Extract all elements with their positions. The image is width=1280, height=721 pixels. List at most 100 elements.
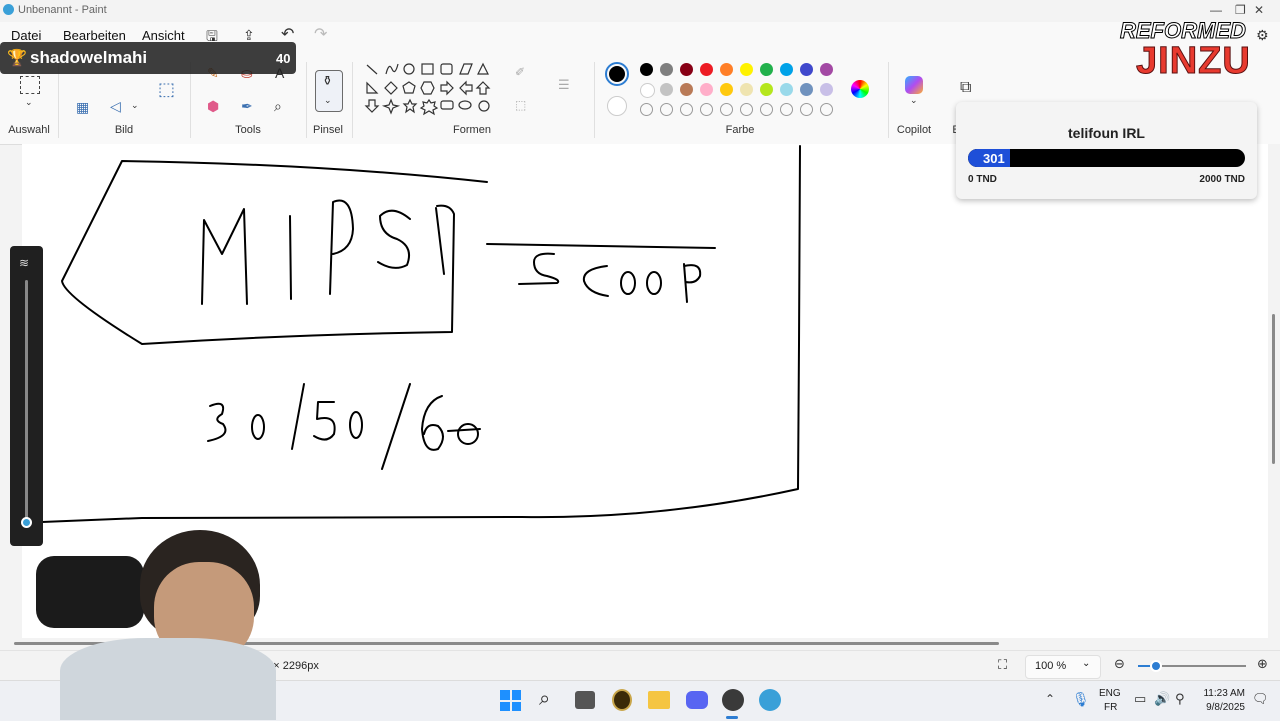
microphone-icon[interactable]: 🎙 bbox=[1072, 692, 1090, 706]
chevron-down-icon[interactable]: ⌄ bbox=[25, 98, 33, 107]
file-explorer-icon[interactable] bbox=[648, 691, 670, 709]
line-size-icon[interactable]: ☰ bbox=[558, 78, 570, 91]
color-picker-icon[interactable]: ✒ bbox=[241, 99, 253, 113]
menu-edit[interactable]: Bearbeiten bbox=[63, 28, 126, 43]
color-swatch[interactable] bbox=[820, 83, 833, 96]
clock-time[interactable]: 11:23 AM bbox=[1201, 688, 1245, 699]
custom-color-slot[interactable] bbox=[800, 103, 813, 116]
size-icon: ≋ bbox=[19, 256, 30, 270]
network-icon[interactable]: ⚲ bbox=[1175, 692, 1185, 705]
obs-icon[interactable] bbox=[722, 689, 744, 711]
rotate-icon[interactable]: ◁ bbox=[110, 99, 121, 113]
chevron-down-icon[interactable]: ⌄ bbox=[324, 96, 332, 105]
goal-current: 301 bbox=[983, 151, 1005, 166]
color-swatch[interactable] bbox=[740, 83, 753, 96]
zoom-slider[interactable] bbox=[1138, 660, 1246, 672]
color-swatch[interactable] bbox=[800, 83, 813, 96]
volume-icon[interactable]: 🔊 bbox=[1154, 692, 1170, 705]
channel-logo: REFORMED JINZU bbox=[1120, 18, 1260, 88]
color-swatch[interactable] bbox=[720, 63, 733, 76]
clock-date[interactable]: 9/8/2025 bbox=[1201, 702, 1245, 713]
custom-color-slot[interactable] bbox=[740, 103, 753, 116]
custom-color-slot[interactable] bbox=[720, 103, 733, 116]
layers-icon[interactable]: ⧉ bbox=[960, 80, 971, 96]
windows-start-icon[interactable] bbox=[500, 690, 521, 711]
close-icon[interactable]: ✕ bbox=[1254, 3, 1264, 17]
redo-icon[interactable]: ↷ bbox=[314, 27, 327, 43]
zoom-in-icon[interactable]: ⊕ bbox=[1257, 657, 1268, 670]
color-swatch[interactable] bbox=[740, 63, 753, 76]
language-bottom[interactable]: FR bbox=[1104, 702, 1117, 713]
primary-color-button[interactable] bbox=[605, 62, 629, 86]
crop-icon[interactable]: ▦ bbox=[76, 100, 89, 114]
scroll-thumb[interactable] bbox=[1272, 314, 1275, 464]
task-view-icon[interactable] bbox=[575, 691, 595, 709]
menu-view[interactable]: Ansicht bbox=[142, 28, 185, 43]
headphone-shape bbox=[36, 556, 144, 628]
save-icon[interactable]: 🖫 bbox=[206, 29, 218, 43]
color-swatch[interactable] bbox=[820, 63, 833, 76]
color-swatch[interactable] bbox=[680, 83, 693, 96]
zoom-slider-handle[interactable] bbox=[1150, 660, 1162, 672]
color-swatch[interactable] bbox=[660, 83, 673, 96]
color-swatch[interactable] bbox=[700, 83, 713, 96]
fill-shape-icon[interactable]: ⬚ bbox=[515, 99, 526, 111]
chevron-up-icon[interactable]: ⌃ bbox=[1045, 693, 1055, 705]
menu-file[interactable]: Datei bbox=[11, 28, 41, 43]
custom-color-slot[interactable] bbox=[660, 103, 673, 116]
image-icon[interactable]: ⬚ bbox=[158, 80, 175, 98]
color-swatch[interactable] bbox=[720, 83, 733, 96]
chevron-down-icon[interactable]: ⌄ bbox=[131, 101, 139, 110]
chevron-down-icon[interactable]: ⌄ bbox=[910, 96, 918, 105]
brush-size-slider[interactable] bbox=[25, 280, 28, 520]
zoom-out-icon[interactable]: ⊖ bbox=[1114, 657, 1125, 670]
eraser-icon[interactable]: ⬢ bbox=[207, 99, 219, 113]
minimize-icon[interactable]: — bbox=[1210, 3, 1222, 17]
chatter-count: 40 bbox=[276, 51, 291, 66]
display-icon[interactable]: ▭ bbox=[1134, 692, 1146, 705]
select-icon[interactable] bbox=[20, 76, 40, 94]
color-swatch[interactable] bbox=[800, 63, 813, 76]
color-palette[interactable] bbox=[640, 63, 840, 123]
color-swatch[interactable] bbox=[640, 63, 653, 76]
color-swatch[interactable] bbox=[760, 83, 773, 96]
zoom-select[interactable]: 100 % ⌄ bbox=[1025, 655, 1101, 679]
custom-color-slot[interactable] bbox=[680, 103, 693, 116]
vertical-scrollbar[interactable] bbox=[1268, 144, 1280, 638]
color-swatch[interactable] bbox=[780, 63, 793, 76]
language-top[interactable]: ENG bbox=[1099, 688, 1121, 699]
goal-min: 0 TND bbox=[968, 174, 997, 185]
color-swatch[interactable] bbox=[640, 83, 655, 98]
fit-to-window-icon[interactable]: ⛶ bbox=[998, 658, 1007, 671]
color-swatch[interactable] bbox=[680, 63, 693, 76]
custom-color-slot[interactable] bbox=[780, 103, 793, 116]
color-swatch[interactable] bbox=[760, 63, 773, 76]
custom-color-slot[interactable] bbox=[640, 103, 653, 116]
paint-taskbar-icon[interactable] bbox=[759, 689, 781, 711]
color-swatch[interactable] bbox=[660, 63, 673, 76]
settings-icon[interactable]: ⚙ bbox=[1256, 28, 1269, 42]
undo-icon[interactable]: ↶ bbox=[281, 27, 294, 43]
copilot-icon[interactable] bbox=[905, 76, 923, 94]
app-icon[interactable] bbox=[612, 689, 632, 711]
restore-icon[interactable]: ❐ bbox=[1235, 3, 1246, 17]
shapes-gallery[interactable] bbox=[362, 60, 502, 128]
discord-icon[interactable] bbox=[686, 691, 708, 709]
color-swatch[interactable] bbox=[780, 83, 793, 96]
notification-icon[interactable]: 🗨 bbox=[1252, 692, 1269, 705]
edit-colors-icon[interactable] bbox=[851, 80, 869, 98]
custom-color-slot[interactable] bbox=[760, 103, 773, 116]
title-bar: Unbenannt - Paint — ❐ ✕ bbox=[0, 0, 1280, 22]
custom-color-slot[interactable] bbox=[700, 103, 713, 116]
zoom-value: 100 % bbox=[1035, 660, 1067, 672]
custom-color-slot[interactable] bbox=[820, 103, 833, 116]
brush-size-handle[interactable] bbox=[21, 517, 32, 528]
outline-icon[interactable]: ✐ bbox=[515, 66, 525, 78]
color-swatch[interactable] bbox=[700, 63, 713, 76]
goal-title: telifoun IRL bbox=[1068, 125, 1145, 141]
search-icon[interactable]: ⌕ bbox=[539, 689, 550, 709]
magnifier-icon[interactable]: ⌕ bbox=[274, 99, 282, 113]
share-icon[interactable]: ⇪ bbox=[243, 28, 255, 42]
person-shirt bbox=[60, 638, 276, 720]
secondary-color-button[interactable] bbox=[607, 96, 627, 116]
